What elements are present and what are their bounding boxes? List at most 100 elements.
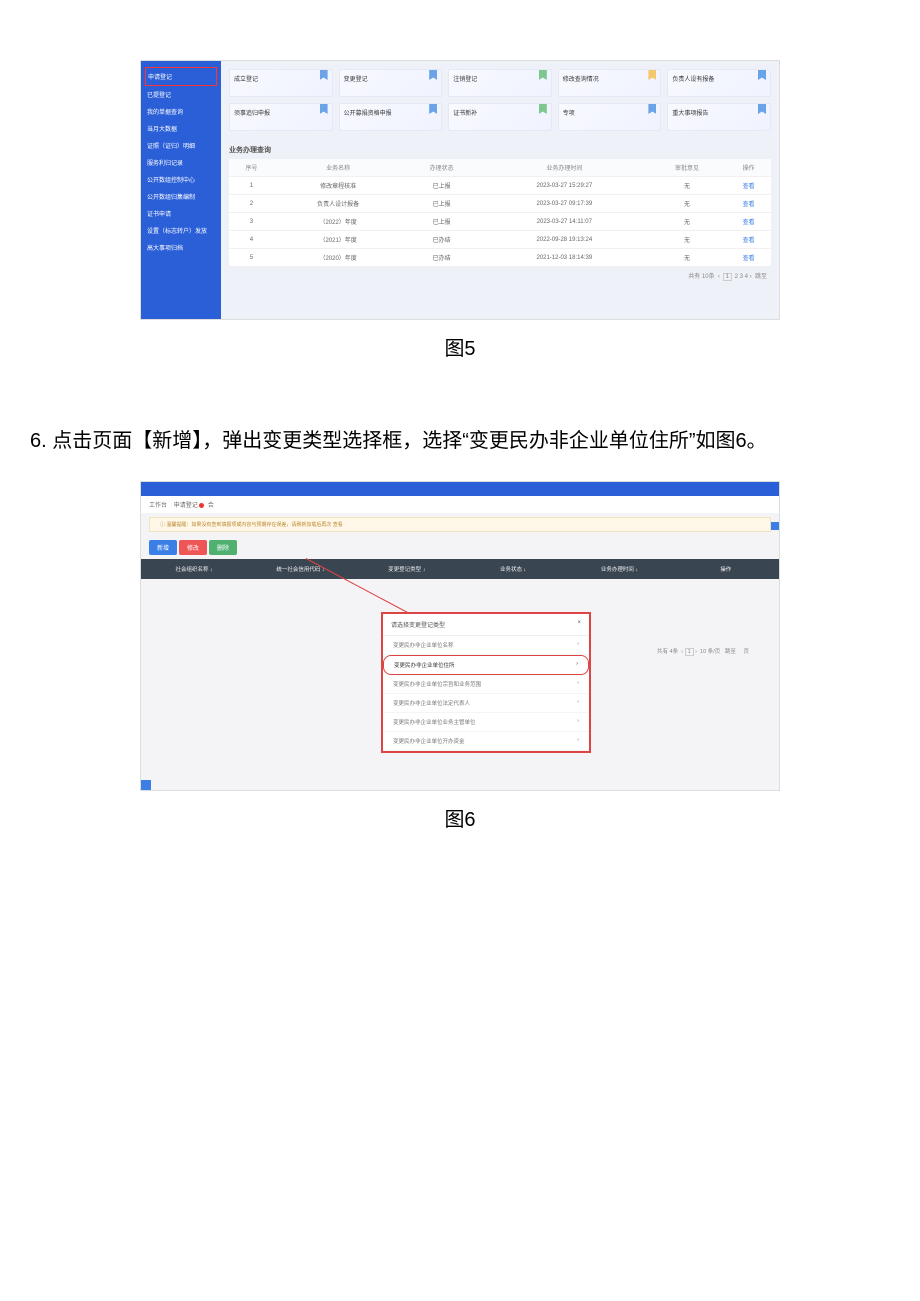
sidebar-item[interactable]: 证照（证归）明细 (145, 137, 217, 154)
card-gongkai[interactable]: 公开募捐资格申报 (339, 103, 443, 131)
table-cell: 负责人设计报备 (274, 195, 403, 213)
table-cell[interactable]: 查看 (726, 177, 771, 195)
table-cell: 无 (648, 213, 726, 231)
page-number[interactable]: 1 (685, 648, 694, 656)
bookmark-icon (539, 70, 547, 80)
page-total: 共有 4条 (657, 649, 678, 655)
table-cell[interactable]: 查看 (726, 195, 771, 213)
pagination: 共有 4条 ‹ 1 › 10 条/页 跳至 页 (657, 647, 749, 655)
card-label: 成立登记 (234, 74, 258, 83)
col-time: 业务办理时间 ↓ (566, 563, 672, 575)
table-cell: 已办结 (402, 249, 480, 267)
table-cell: 2022-09-28 19:13:24 (481, 231, 648, 249)
modal-option-funding[interactable]: 变更民办非企业单位开办资金 › (383, 732, 589, 751)
col-status: 业务状态 ↓ (460, 563, 566, 575)
sidebar-item[interactable]: 证书申请 (145, 205, 217, 222)
option-label: 变更民办非企业单位开办资金 (393, 737, 465, 745)
table-cell[interactable]: 查看 (726, 249, 771, 267)
tab-apply[interactable]: 申请登记 (174, 503, 198, 509)
corner-button[interactable] (141, 780, 151, 790)
sidebar-item[interactable]: 我的单据查询 (145, 103, 217, 120)
card-label: 专项 (563, 108, 575, 117)
page-number[interactable]: 1 (723, 273, 732, 281)
page-number[interactable]: 3 (740, 274, 743, 280)
th-time: 业务办理时间 (481, 159, 648, 177)
option-label: 变更民办非企业单位法定代表人 (393, 699, 470, 707)
table-cell: 2023-03-27 09:17:39 (481, 195, 648, 213)
instruction-paragraph: 6. 点击页面【新增】，弹出变更类型选择框，选择“变更民办非企业单位住所”如图6… (30, 421, 890, 461)
sidebar-item[interactable]: 服务利归记录 (145, 154, 217, 171)
modal-header: 请选择变更登记类型 × (383, 614, 589, 636)
sidebar-item[interactable]: 公开数组控制中心 (145, 171, 217, 188)
sidebar-item[interactable]: 高大事项归档 (145, 239, 217, 256)
option-label: 变更民办非企业单位住所 (394, 661, 455, 669)
card-xusi[interactable]: 须事追归申报 (229, 103, 333, 131)
bookmark-icon (429, 104, 437, 114)
chevron-right-icon: › (577, 737, 579, 745)
page-number[interactable]: 4 (745, 274, 748, 280)
card-label: 公开募捐资格申报 (344, 108, 392, 117)
card-biangeng[interactable]: 变更登记 (339, 69, 443, 97)
bookmark-icon (758, 70, 766, 80)
sidebar-item[interactable]: 设置（标志转户）发放 (145, 222, 217, 239)
figure6-caption: 图6 (30, 803, 890, 832)
table-row: 5（2020）年度已办结2021-12-03 18:14:39无查看 (229, 249, 771, 267)
page-jump-label: 跳至 (755, 274, 767, 280)
table-cell[interactable]: 查看 (726, 213, 771, 231)
notice-bar: ⓘ 温馨提醒：如果没有查到填报项或内容与预期存在误差，请刷新加载后再次 查看 (149, 517, 771, 532)
sidebar-item[interactable]: 公开数组归集编制 (145, 188, 217, 205)
card-xiugai[interactable]: 修改查询情况 (558, 69, 662, 97)
chevron-right-icon: › (576, 661, 578, 669)
option-label: 变更民办非企业单位名称 (393, 641, 454, 649)
card-zhongda[interactable]: 重大事项报告 (667, 103, 771, 131)
page-per: 10 条/页 (700, 649, 720, 655)
th-op: 操作 (726, 159, 771, 177)
card-label: 须事追归申报 (234, 108, 270, 117)
table-row: 1修改章程核准已上报2023-03-27 15:29:27无查看 (229, 177, 771, 195)
card-shezhi[interactable]: 专项 (558, 103, 662, 131)
card-zhuxiao[interactable]: 注销登记 (448, 69, 552, 97)
pagination: 共有 10条 ‹ 1 2 3 4 › 跳至 (229, 267, 771, 281)
delete-button[interactable]: 删除 (209, 540, 237, 555)
card-fuzeren[interactable]: 负责人设有报备 (667, 69, 771, 97)
table-cell: 已上报 (402, 177, 480, 195)
modal-option-scope[interactable]: 变更民办非企业单位宗旨和业务范围 › (383, 675, 589, 694)
card-chengli[interactable]: 成立登记 (229, 69, 333, 97)
sidebar-item-apply[interactable]: 申请登记 (145, 67, 217, 86)
th-name: 业务名称 (274, 159, 403, 177)
card-label: 证书新补 (453, 108, 477, 117)
table-cell: 4 (229, 231, 274, 249)
table-cell: 无 (648, 231, 726, 249)
edit-button[interactable]: 修改 (179, 540, 207, 555)
table-cell: 1 (229, 177, 274, 195)
th-seq: 序号 (229, 159, 274, 177)
table-cell: 2021-12-03 18:14:39 (481, 249, 648, 267)
new-button[interactable]: 新增 (149, 540, 177, 555)
page-jump-label: 跳至 (725, 649, 736, 655)
modal-option-supervisor[interactable]: 变更民办非企业单位业务主管单位 › (383, 713, 589, 732)
tab-workspace[interactable]: 工作台 (149, 503, 167, 509)
chevron-right-icon: › (577, 699, 579, 707)
page-number[interactable]: 2 (735, 274, 738, 280)
card-zhengshu[interactable]: 证书新补 (448, 103, 552, 131)
modal-option-address[interactable]: 变更民办非企业单位住所 › (383, 655, 589, 675)
notice-text: 温馨提醒：如果没有查到填报项或内容与预期存在误差，请刷新加载后再次 查看 (166, 522, 342, 528)
close-icon[interactable]: × (577, 620, 581, 629)
modal-option-name[interactable]: 变更民办非企业单位名称 › (383, 636, 589, 655)
modal-option-legal[interactable]: 变更民办非企业单位法定代表人 › (383, 694, 589, 713)
sidebar-item[interactable]: 已提登记 (145, 86, 217, 103)
bookmark-icon (648, 70, 656, 80)
page-total: 共有 10条 (688, 274, 714, 280)
table-cell: （2020）年度 (274, 249, 403, 267)
table-cell: 修改章程核准 (274, 177, 403, 195)
table-cell[interactable]: 查看 (726, 231, 771, 249)
main-content: 成立登记 变更登记 注销登记 修改查询情况 负责人设有报备 须事追归申报 公开募… (221, 61, 779, 319)
table-row: 3（2022）年度已上报2023-03-27 14:11:07无查看 (229, 213, 771, 231)
side-button[interactable] (771, 522, 779, 530)
bookmark-icon (320, 104, 328, 114)
table-cell: 2023-03-27 15:29:27 (481, 177, 648, 195)
sidebar-item[interactable]: 当月大数据 (145, 120, 217, 137)
close-icon[interactable] (199, 503, 204, 508)
table-row: 4（2021）年度已办结2022-09-28 19:13:24无查看 (229, 231, 771, 249)
change-type-modal: 请选择变更登记类型 × 变更民办非企业单位名称 › 变更民办非企业单位住所 › … (381, 612, 591, 753)
